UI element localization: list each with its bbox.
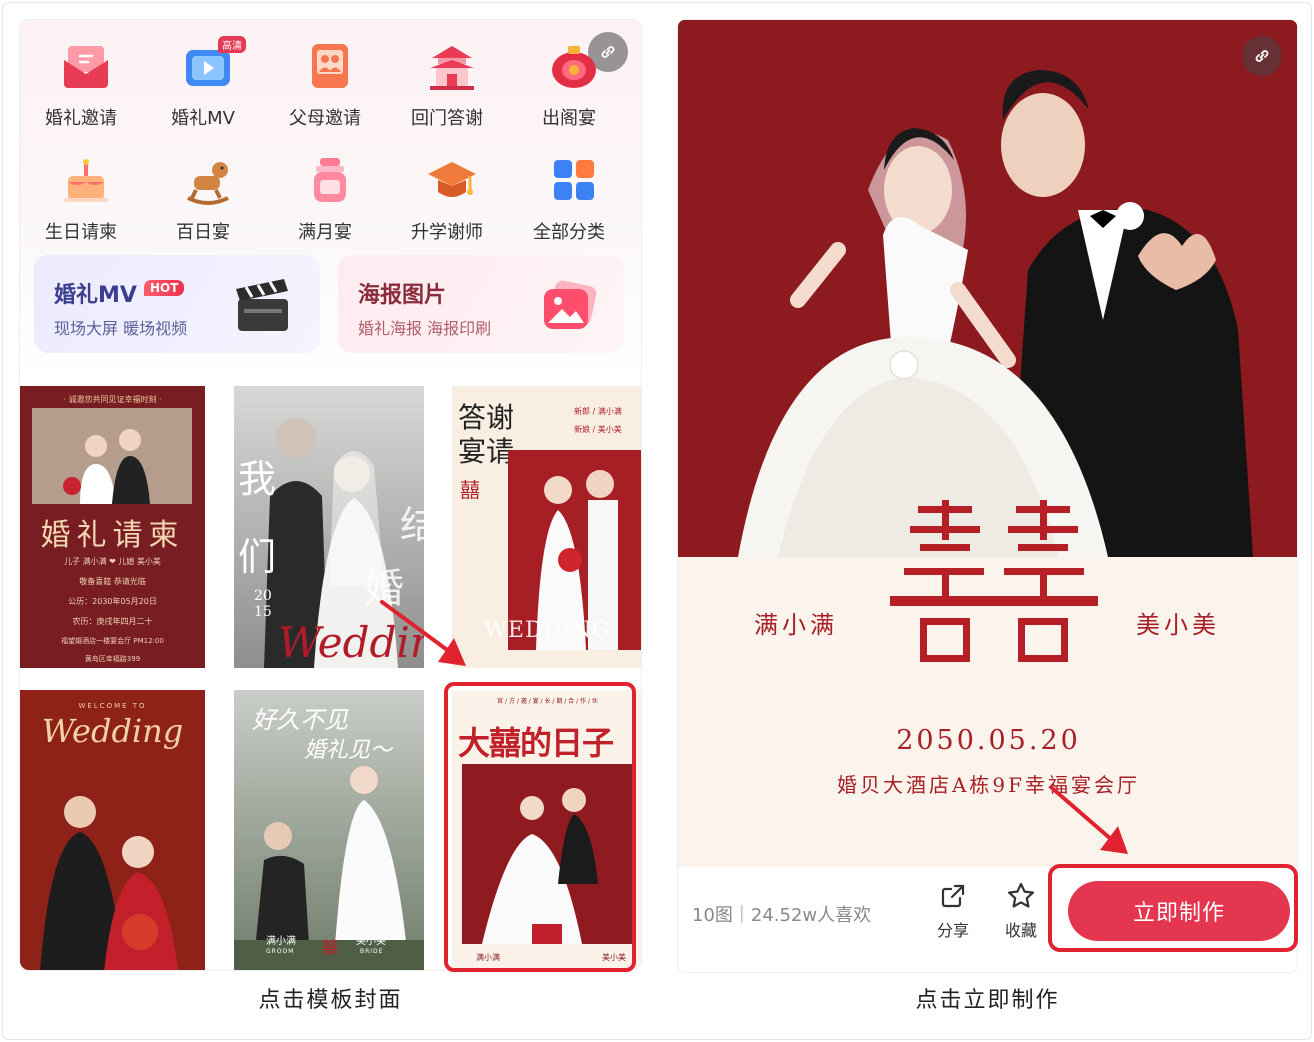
- category-wedding-invite[interactable]: 婚礼邀请: [26, 26, 136, 129]
- category-label: 婚礼MV: [171, 108, 235, 129]
- cake-icon: [64, 159, 108, 202]
- template-bride-en: BRIDE: [360, 948, 384, 955]
- favorite-button[interactable]: 收藏: [998, 881, 1044, 941]
- highlight-template-box: [444, 682, 636, 972]
- category-farewell-banquet[interactable]: 出阁宴: [514, 26, 624, 129]
- template-line: 福望婚酒店一楼宴会厅 PM12:00: [61, 637, 164, 645]
- template-line: 敬备喜筵 恭请光临: [79, 577, 146, 586]
- template-detail-panel: 满小满 美小美 2050.05.20 婚贝大酒店A栋9F幸福宴会厅 10图｜24…: [677, 19, 1298, 973]
- category-all[interactable]: 全部分类: [514, 140, 624, 243]
- arrow-pointer-icon: [1050, 786, 1128, 854]
- template-groom-en: GROOM: [266, 948, 295, 955]
- template-stats: 10图｜24.52w人喜欢: [692, 905, 872, 926]
- category-full-month-banquet[interactable]: 满月宴: [270, 140, 380, 243]
- template-script: Wedding: [41, 712, 184, 750]
- couple-photo: [40, 796, 178, 970]
- grid-icon: [554, 160, 594, 200]
- template-line: 农历：庚戌年四月二十: [72, 617, 153, 626]
- mini-program-link-button[interactable]: [1242, 36, 1282, 76]
- double-happiness-icon: 囍: [460, 478, 480, 502]
- template-bride: 新娘 / 美小美: [574, 425, 622, 434]
- highlight-button-box: [1048, 864, 1298, 952]
- template-year: 20: [254, 588, 272, 604]
- template-year: 15: [254, 604, 272, 620]
- graduation-cap-icon: [428, 162, 476, 197]
- category-area: 婚礼邀请 高清 婚礼MV 父母邀请 回门答谢 出阁宴 生日请柬 百日宴 满月宴 …: [20, 20, 641, 382]
- category-label: 升学谢师: [411, 222, 483, 243]
- category-graduation-thanks[interactable]: 升学谢师: [392, 140, 502, 243]
- bride-name: 美小美: [1136, 611, 1220, 639]
- arrow-pointer-icon: [380, 600, 466, 666]
- template-groom: 满小满: [266, 936, 296, 947]
- category-label: 父母邀请: [289, 108, 361, 129]
- template-header: · 诚邀您共同见证幸福时刻 ·: [63, 395, 162, 404]
- promo-title: 婚礼MV: [54, 283, 137, 308]
- template-line: 公历：2030年05月20日: [68, 597, 157, 606]
- image-icon: [544, 280, 597, 329]
- envelope-icon: [64, 46, 108, 88]
- category-label: 生日请柬: [45, 222, 117, 243]
- template-line: 黄岛区幸福路399: [84, 655, 141, 663]
- promo-card-wedding-mv[interactable]: 婚礼MV HOT 现场大屏 暖场视频: [34, 255, 320, 353]
- template-vertical-text: 们: [238, 535, 277, 579]
- share-icon: [941, 884, 965, 908]
- category-hundred-day-banquet[interactable]: 百日宴: [148, 140, 258, 243]
- promo-title: 海报图片: [358, 283, 447, 308]
- double-happiness-icon: 囍: [322, 938, 339, 957]
- category-label: 出阁宴: [542, 108, 596, 129]
- baby-bottle-icon: [314, 158, 346, 202]
- share-label: 分享: [936, 921, 969, 940]
- wedding-date: 2050.05.20: [896, 725, 1081, 756]
- category-birthday-invite[interactable]: 生日请柬: [26, 140, 136, 243]
- category-label: 百日宴: [176, 222, 230, 243]
- wedding-couple-photo: [678, 20, 1297, 557]
- template-welcome: WELCOME TO: [78, 702, 147, 710]
- hd-badge: 高清: [218, 36, 246, 53]
- promo-subtitle: 现场大屏 暖场视频: [54, 319, 188, 338]
- template-handwriting: 好久不见: [252, 706, 348, 734]
- groom-name: 满小满: [754, 611, 838, 639]
- template-card-thanks-banquet[interactable]: 答谢 宴请 新郎 / 满小满 新娘 / 美小美 囍 WEDDING: [452, 386, 641, 668]
- category-label: 满月宴: [298, 222, 352, 243]
- template-vertical-text: 结: [400, 494, 424, 549]
- clapperboard-icon: [236, 279, 288, 331]
- template-card-welcome-wedding[interactable]: WELCOME TO Wedding: [20, 690, 205, 970]
- wedding-venue: 婚贝大酒店A栋9F幸福宴会厅: [836, 773, 1141, 797]
- couple-photo: [32, 408, 192, 504]
- red-lantern-icon: [552, 46, 596, 88]
- template-wedding-text: WEDDING: [484, 618, 611, 643]
- parents-icon: [312, 44, 348, 88]
- rocking-horse-icon: [187, 162, 229, 205]
- pavilion-icon: [430, 46, 474, 90]
- category-label: 婚礼邀请: [45, 108, 117, 129]
- share-button[interactable]: 分享: [930, 881, 976, 941]
- category-label: 回门答谢: [411, 108, 483, 129]
- right-caption: 点击立即制作: [915, 988, 1060, 1013]
- cover-photo: [678, 20, 1297, 557]
- template-names: 儿子 满小满 ❤ 儿媳 美小美: [64, 557, 161, 566]
- template-card-long-time-no-see[interactable]: 好久不见 婚礼见～ 满小满 GROOM 囍 美小美 BRIDE: [234, 690, 424, 970]
- star-icon: [1007, 882, 1035, 908]
- template-card-wedding-invitation[interactable]: · 诚邀您共同见证幸福时刻 · 婚礼请柬 儿子 满小满 ❤ 儿媳 美小美 敬备喜…: [20, 386, 205, 668]
- template-bride: 美小美: [356, 936, 386, 947]
- template-groom: 新郎 / 满小满: [574, 407, 622, 416]
- category-label: 全部分类: [533, 222, 605, 243]
- favorite-label: 收藏: [1004, 921, 1037, 940]
- template-vertical-text: 我: [238, 457, 277, 501]
- left-caption: 点击模板封面: [258, 988, 403, 1013]
- promo-card-poster[interactable]: 海报图片 婚礼海报 海报印刷: [338, 255, 624, 353]
- category-wedding-mv[interactable]: 高清 婚礼MV: [148, 26, 258, 129]
- category-homecoming-thanks[interactable]: 回门答谢: [392, 26, 502, 129]
- double-happiness-icon: [890, 500, 1098, 662]
- category-parents-invite[interactable]: 父母邀请: [270, 26, 380, 129]
- hot-badge: HOT: [144, 280, 185, 296]
- template-title: 婚礼请柬: [40, 518, 185, 553]
- link-icon: [1255, 50, 1269, 62]
- promo-subtitle: 婚礼海报 海报印刷: [358, 319, 492, 338]
- template-title: 宴请: [458, 435, 515, 468]
